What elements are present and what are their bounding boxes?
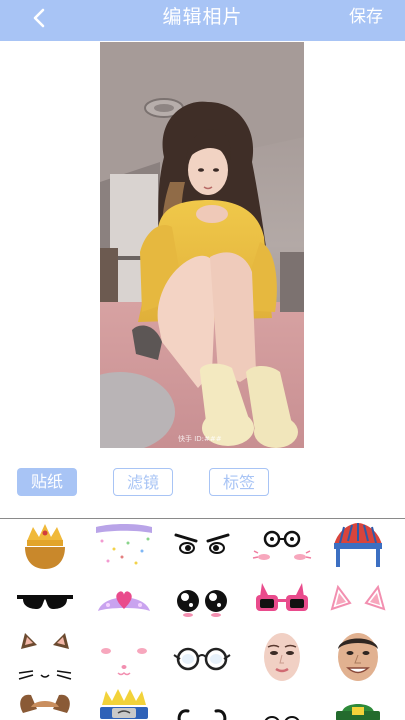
tab-stickers[interactable]: 贴纸 [17, 468, 77, 496]
tab-bar: 贴纸 滤镜 标签 [0, 468, 405, 500]
eyes-sticker[interactable] [250, 683, 314, 720]
photo-image [100, 42, 304, 448]
tab-filters[interactable]: 滤镜 [113, 468, 173, 496]
photo-watermark: 快手 ID:### [178, 435, 222, 443]
feather-headdress-sticker[interactable] [326, 521, 390, 573]
angry-eyes-sticker[interactable] [170, 521, 234, 573]
page-title: 编辑相片 [162, 6, 243, 28]
dog-ears-sticker[interactable] [13, 683, 77, 720]
crown-sticker[interactable] [13, 521, 77, 573]
pink-bunny-glasses-sticker[interactable] [250, 575, 314, 627]
pink-cat-ears-sticker[interactable] [326, 575, 390, 627]
woman-face-sticker[interactable] [250, 631, 314, 683]
man-face-sticker[interactable] [326, 631, 390, 683]
round-glasses-sticker[interactable] [170, 631, 234, 683]
cartoon-eyes-sticker[interactable] [170, 575, 234, 627]
save-button[interactable]: 保存 [349, 0, 383, 34]
confetti-sticker[interactable] [92, 521, 156, 573]
photo-preview: 快手 ID:### [100, 42, 304, 448]
heart-tiara-sticker[interactable] [92, 575, 156, 627]
naruto-headband-sticker[interactable] [92, 683, 156, 720]
sunglasses-sticker[interactable] [13, 575, 77, 627]
tab-labels[interactable]: 标签 [209, 468, 269, 496]
top-bar: 编辑相片 保存 [0, 0, 405, 41]
glasses-blush-sticker[interactable] [250, 521, 314, 573]
curly-mustache-sticker[interactable] [170, 683, 234, 720]
bunny-blush-sticker[interactable] [92, 631, 156, 683]
cat-ears-whiskers-sticker[interactable] [13, 631, 77, 683]
green-hat-sticker[interactable] [326, 683, 390, 720]
sticker-grid [0, 519, 405, 720]
